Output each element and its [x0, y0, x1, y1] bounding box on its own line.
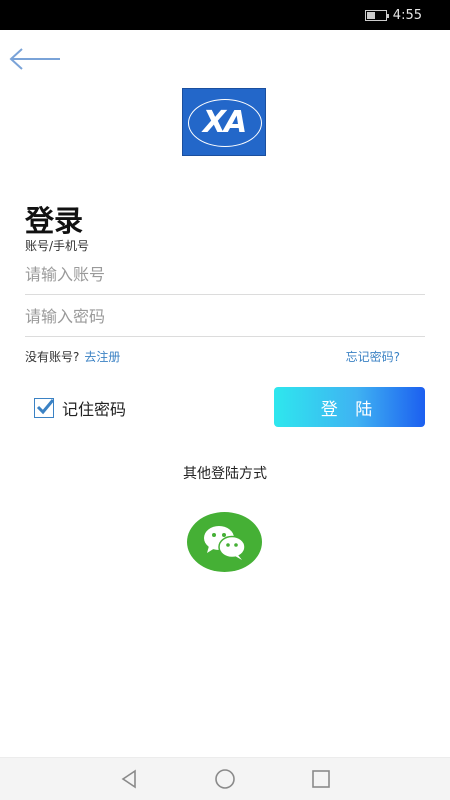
- register-link[interactable]: 去注册: [84, 348, 120, 365]
- checkmark-icon: [36, 399, 55, 415]
- account-row: [25, 255, 425, 295]
- no-account-text: 没有账号?: [25, 350, 80, 364]
- account-input[interactable]: [25, 255, 425, 294]
- nav-home-button[interactable]: [213, 767, 237, 791]
- wechat-login-button[interactable]: [187, 512, 262, 572]
- nav-back-button[interactable]: [117, 767, 141, 791]
- status-bar: 4:55: [0, 0, 450, 30]
- page-title: 登录: [25, 204, 84, 238]
- battery-level: [366, 11, 375, 19]
- nav-recents-icon: [312, 770, 330, 788]
- battery-icon: [364, 9, 389, 21]
- password-row: [25, 297, 425, 337]
- other-login-methods-label: 其他登陆方式: [183, 466, 267, 482]
- back-button[interactable]: [8, 44, 66, 74]
- remember-label: 记住密码: [62, 400, 127, 419]
- remember-password-toggle[interactable]: 记住密码: [34, 396, 126, 420]
- remember-checkbox[interactable]: [34, 398, 55, 418]
- logo-text: XA: [202, 104, 247, 140]
- login-button[interactable]: 登 陆: [274, 387, 425, 427]
- no-account-row: 没有账号? 去注册: [25, 348, 120, 365]
- arrow-left-icon: [9, 48, 60, 70]
- status-time: 4:55: [392, 7, 422, 23]
- nav-recents-button[interactable]: [309, 767, 333, 791]
- nav-back-icon: [121, 769, 136, 789]
- account-caption: 账号/手机号: [25, 239, 90, 253]
- login-screen: 4:55 XA 登录 账号/手机号 没有账号? 去注册 忘记密码? 记住密码 登…: [0, 0, 450, 800]
- system-nav-bar: [0, 757, 450, 800]
- wechat-icon: [203, 526, 246, 560]
- password-input[interactable]: [25, 297, 425, 336]
- forgot-password-link[interactable]: 忘记密码?: [346, 348, 400, 365]
- app-logo: XA: [182, 88, 266, 156]
- nav-home-icon: [215, 769, 235, 789]
